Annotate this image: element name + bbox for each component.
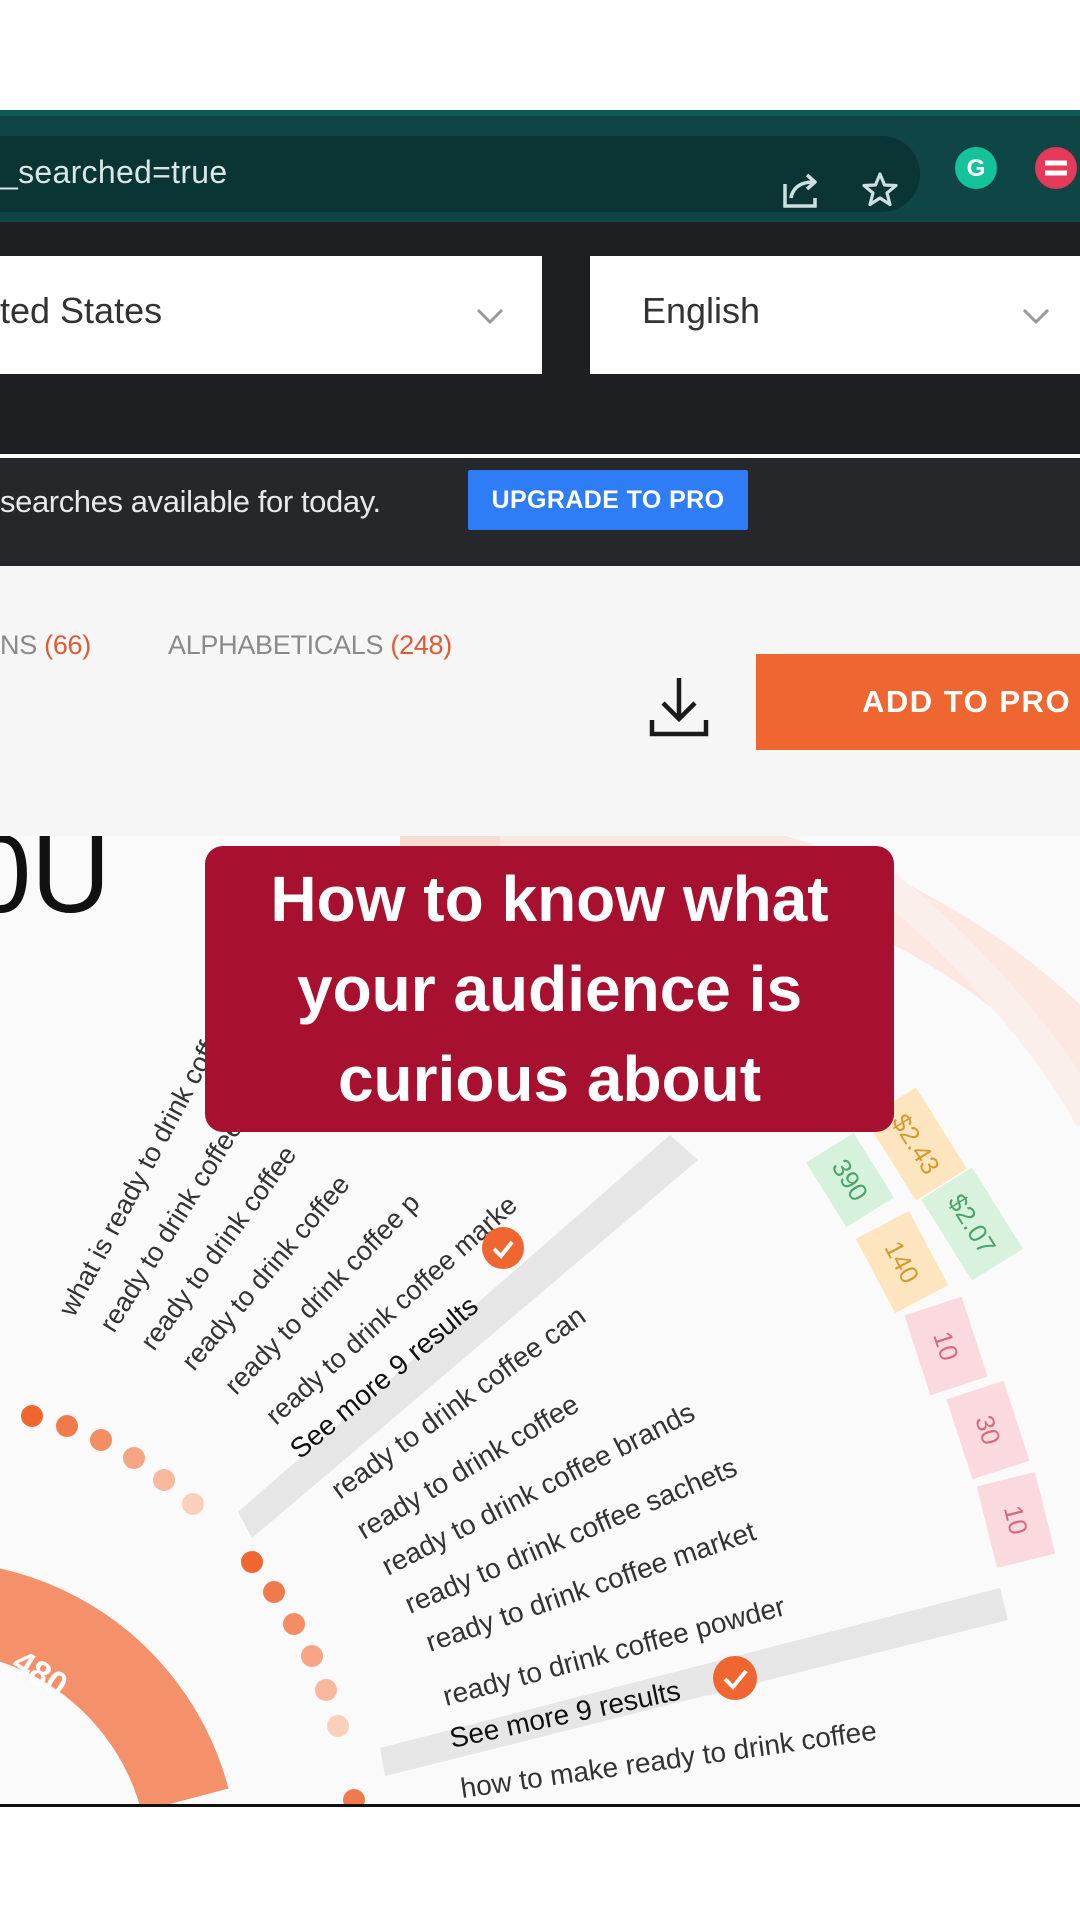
- chevron-down-icon: [1022, 308, 1050, 325]
- extension-icon[interactable]: [1032, 144, 1080, 192]
- video-caption: How to know what your audience is curiou…: [205, 846, 894, 1132]
- country-value: ted States: [0, 290, 163, 331]
- tab-questions[interactable]: NS (66): [0, 630, 91, 661]
- dot-arc-b: [241, 1551, 365, 1806]
- check-icon: [713, 1656, 757, 1700]
- browser-toolbar: _searched=true G: [0, 110, 1080, 222]
- tab-alphabeticals[interactable]: ALPHABETICALS (248): [168, 630, 452, 661]
- tab-label: ALPHABETICALS: [168, 630, 384, 660]
- upgrade-banner: searches available for today. UPGRADE TO…: [0, 458, 1080, 566]
- add-to-project-button[interactable]: ADD TO PRO: [756, 654, 1080, 750]
- metric-cell: 390: [806, 1132, 894, 1228]
- address-bar[interactable]: _searched=true: [0, 136, 920, 212]
- language-select[interactable]: English: [590, 256, 1080, 374]
- metric-cell: 10: [976, 1471, 1056, 1569]
- screen: _searched=true G ted States English sear…: [0, 0, 1080, 1920]
- check-icon: [482, 1227, 524, 1269]
- upgrade-to-pro-button[interactable]: UPGRADE TO PRO: [468, 470, 748, 530]
- language-value: English: [642, 290, 761, 331]
- donut-segment: [0, 1568, 229, 1806]
- metric-cell: 140: [855, 1210, 949, 1314]
- metric-cell: 10: [904, 1296, 988, 1396]
- tab-count: (66): [44, 630, 91, 660]
- star-icon[interactable]: [856, 166, 904, 214]
- dot-arc-a: [21, 1405, 204, 1515]
- chevron-down-icon: [476, 308, 504, 325]
- country-select[interactable]: ted States: [0, 256, 542, 374]
- caption-line: your audience is: [296, 953, 803, 1025]
- metric-cell: 30: [946, 1380, 1030, 1480]
- grammarly-letter: G: [967, 155, 986, 182]
- search-settings: ted States English: [0, 222, 1080, 454]
- caption-line: curious about: [337, 1043, 762, 1115]
- url-text: _searched=true: [0, 154, 228, 190]
- tab-count: (248): [390, 630, 452, 660]
- add-button-label: ADD TO PRO: [862, 684, 1072, 719]
- share-icon[interactable]: [778, 166, 826, 214]
- grammarly-icon[interactable]: G: [952, 144, 1000, 192]
- download-icon[interactable]: [648, 674, 710, 740]
- searches-remaining-text: searches available for today.: [0, 484, 381, 519]
- divider: [0, 1804, 1080, 1807]
- caption-line: How to know what: [270, 863, 829, 935]
- big-number: 0U: [0, 836, 111, 936]
- results-toolbar: NS (66) ALPHABETICALS (248) ADD TO PRO: [0, 566, 1080, 836]
- tab-label: NS: [0, 630, 37, 660]
